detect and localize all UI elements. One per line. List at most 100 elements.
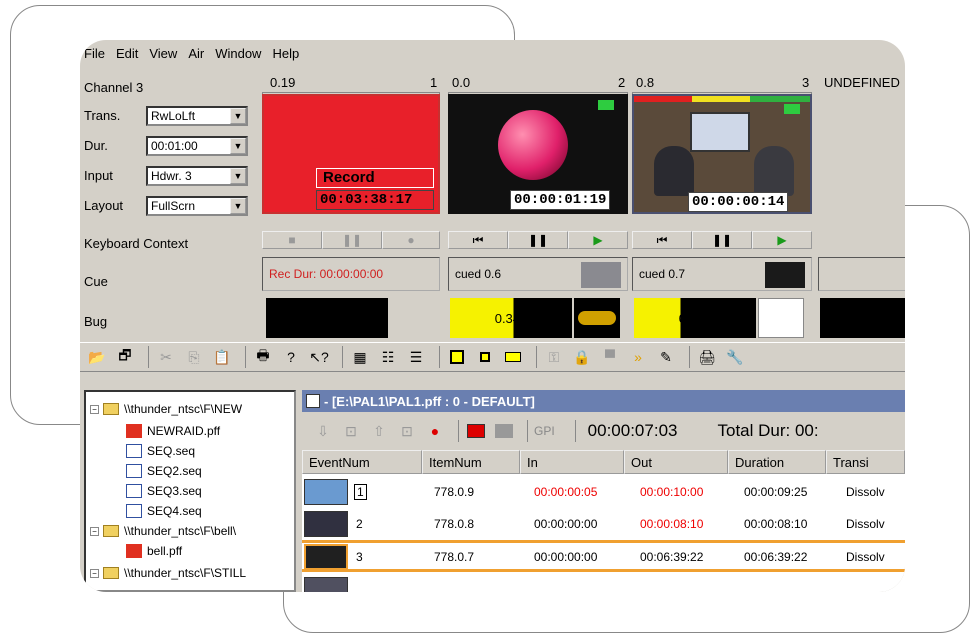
event-table: EventNum ItemNum In Out Duration Transi … [302, 450, 905, 592]
key-icon[interactable]: ⚿ [543, 346, 565, 368]
menu-window[interactable]: Window [215, 46, 261, 61]
stop-button[interactable]: ■ [262, 231, 322, 249]
playlist-title-bar: - [E:\PAL1\PAL1.pff : 0 - DEFAULT] [302, 390, 905, 412]
cue-box-2[interactable]: cued 0.6 [448, 257, 628, 291]
tree-node[interactable]: bell.pff [126, 544, 182, 558]
help-icon[interactable]: ? [280, 346, 302, 368]
tree-node[interactable]: SEQ3.seq [126, 484, 202, 498]
tree-node[interactable]: SEQ4.seq [126, 504, 202, 518]
header-in[interactable]: In [520, 450, 624, 474]
menu-edit[interactable]: Edit [116, 46, 138, 61]
chevron-down-icon[interactable]: ▼ [230, 198, 246, 214]
dur-select[interactable]: 00:01:00 ▼ [146, 136, 248, 156]
header-itemnum[interactable]: ItemNum [422, 450, 520, 474]
header-duration[interactable]: Duration [728, 450, 826, 474]
table-row-selected[interactable]: 3 778.0.7 00:00:00:00 00:06:39:22 00:06:… [302, 540, 905, 572]
pause-button-2[interactable]: ❚❚ [508, 231, 568, 249]
level-green [750, 96, 810, 102]
printer-blue-icon[interactable]: 🖨 [696, 346, 718, 368]
tree-label: SEQ.seq [147, 444, 196, 458]
bug-box-3[interactable]: 0.348 [634, 298, 756, 338]
pause-button[interactable]: ❚❚ [322, 231, 382, 249]
context-help-icon[interactable]: ↖? [308, 346, 330, 368]
list-view-icon[interactable]: ☰ [405, 346, 427, 368]
person-left [654, 146, 694, 196]
folder-icon [103, 525, 119, 537]
trans-label: Trans. [84, 108, 121, 123]
record-label: Record [316, 168, 434, 188]
fast-forward-icon[interactable]: » [627, 346, 649, 368]
header-transition[interactable]: Transi [826, 450, 905, 474]
pff-file-icon [126, 424, 142, 438]
menu-air[interactable]: Air [188, 46, 204, 61]
cut-icon[interactable]: ✂ [155, 346, 177, 368]
wrench-icon[interactable]: 🔧 [724, 346, 746, 368]
medium-box-icon[interactable] [474, 346, 496, 368]
small-icons-icon[interactable]: ☷ [377, 346, 399, 368]
bug-value-2: 0.342 [494, 310, 528, 326]
seq-file-icon [126, 504, 142, 518]
chevron-down-icon[interactable]: ▼ [230, 138, 246, 154]
preview-2[interactable]: 00:00:01:19 [448, 94, 628, 214]
copy-icon[interactable]: ⎘ [183, 346, 205, 368]
header-out[interactable]: Out [624, 450, 728, 474]
play-button-3[interactable]: ▶ [752, 231, 812, 249]
menu-bar: File Edit View Air Window Help [80, 40, 905, 66]
menu-file[interactable]: File [84, 46, 105, 61]
bug-box-4[interactable] [820, 298, 905, 338]
table-row[interactable]: 2 778.0.8 00:00:00:00 00:00:08:10 00:00:… [302, 508, 905, 540]
print-icon[interactable]: 🖶 [252, 346, 274, 368]
small-box-icon[interactable] [502, 346, 524, 368]
large-box-icon[interactable] [446, 346, 468, 368]
preview-3[interactable]: 00:00:00:14 [632, 94, 812, 214]
menu-help[interactable]: Help [272, 46, 299, 61]
table-row[interactable]: 1 778.0.9 00:00:00:05 00:00:10:00 00:00:… [302, 476, 905, 508]
gray-box-icon[interactable]: ▀ [599, 346, 621, 368]
trans-select[interactable]: RwLoLft ▼ [146, 106, 248, 126]
cue-box-4[interactable] [818, 257, 905, 291]
item-num: 778.0.9 [434, 485, 475, 499]
dur-label: Dur. [84, 138, 108, 153]
bug-box-2[interactable]: 0.342 [450, 298, 572, 338]
play-button[interactable]: ▶ [568, 231, 628, 249]
bug-box-1[interactable] [266, 298, 388, 338]
app-window: File Edit View Air Window Help Channel 3… [80, 40, 905, 592]
record-dot-icon[interactable]: ● [424, 420, 446, 442]
rewind-button[interactable]: ⏮ [448, 231, 508, 249]
open-folder-icon[interactable]: 📂 [86, 346, 108, 368]
insert-2-icon[interactable]: ⊡ [396, 420, 418, 442]
tree-node[interactable]: SEQ2.seq [126, 464, 202, 478]
pause-button-3[interactable]: ❚❚ [692, 231, 752, 249]
gray-monitor-icon[interactable] [493, 420, 515, 442]
paste-icon[interactable]: 📋 [211, 346, 233, 368]
pencil-icon[interactable]: ✎ [655, 346, 677, 368]
event-num: 3 [356, 550, 363, 564]
menu-view[interactable]: View [149, 46, 177, 61]
arrow-down-icon[interactable]: ⇩ [312, 420, 334, 442]
tree-node[interactable]: NEWRAID.pff [126, 424, 220, 438]
save-icon[interactable]: 🗗 [114, 346, 136, 368]
chevron-down-icon[interactable]: ▼ [230, 108, 246, 124]
tree-node[interactable]: SEQ.seq [126, 444, 195, 458]
table-row-partial[interactable] [302, 574, 905, 592]
insert-icon[interactable]: ⊡ [340, 420, 362, 442]
tree-node[interactable]: − \\thunder_ntsc\F\STILL [90, 566, 246, 580]
chevron-down-icon[interactable]: ▼ [230, 168, 246, 184]
tree-node[interactable]: − \\thunder_ntsc\F\bell\ [90, 524, 236, 538]
rewind-button-3[interactable]: ⏮ [632, 231, 692, 249]
item-num: 778.0.7 [434, 550, 475, 564]
input-select[interactable]: Hdwr. 3 ▼ [146, 166, 248, 186]
lock-icon[interactable]: 🔒 [571, 346, 593, 368]
layout-label: Layout [84, 198, 124, 213]
event-thumbnail [304, 479, 348, 505]
tree-node[interactable]: − \\thunder_ntsc\F\NEW [90, 402, 242, 416]
cue-box-3[interactable]: cued 0.7 [632, 257, 812, 291]
header-eventnum[interactable]: EventNum [302, 450, 422, 474]
record-button[interactable]: ● [382, 231, 440, 249]
large-icons-icon[interactable]: ▦ [349, 346, 371, 368]
red-monitor-icon[interactable] [465, 420, 487, 442]
layout-select[interactable]: FullScrn ▼ [146, 196, 248, 216]
gpi-button[interactable]: GPI [534, 424, 555, 438]
record-preview[interactable]: Record 00:03:38:17 [262, 94, 440, 214]
arrow-up-icon[interactable]: ⇧ [368, 420, 390, 442]
